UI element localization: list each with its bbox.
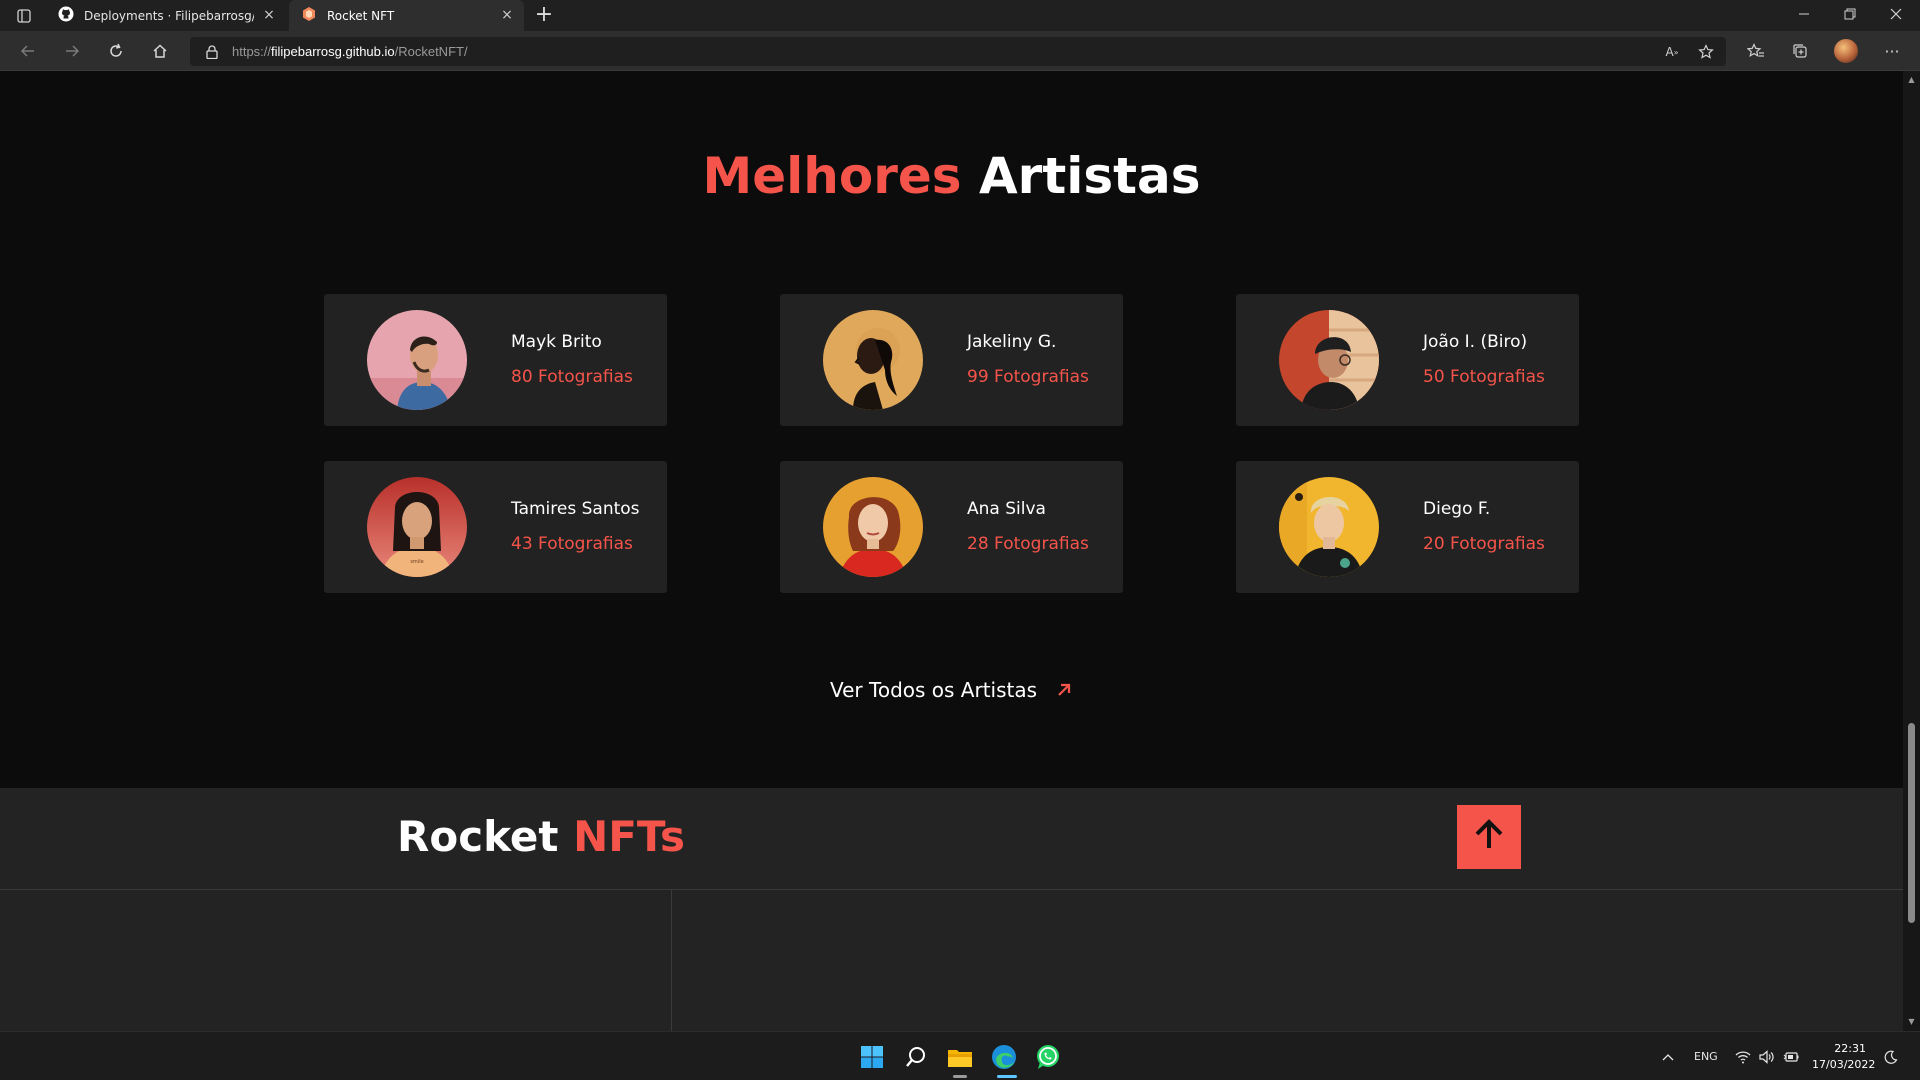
artist-name: Diego F. [1423, 499, 1491, 519]
artist-avatar [823, 310, 923, 410]
scroll-down-icon[interactable]: ▼ [1907, 1017, 1916, 1026]
arrow-up-icon [1472, 818, 1506, 856]
battery-icon[interactable] [1783, 1032, 1799, 1080]
running-indicator [953, 1075, 967, 1078]
back-icon[interactable] [14, 39, 42, 63]
back-to-top-button[interactable] [1457, 805, 1521, 869]
github-icon [58, 6, 74, 25]
search-icon[interactable] [901, 1042, 931, 1072]
scroll-up-icon[interactable]: ▲ [1907, 75, 1916, 84]
close-icon[interactable]: × [262, 8, 276, 22]
address-input[interactable]: https://filipebarrosg.github.io/RocketNF… [190, 37, 1726, 66]
close-icon[interactable]: × [500, 8, 514, 22]
tab-deployments[interactable]: Deployments · Filipebarrosg/Roc × [46, 0, 286, 31]
artist-name: João I. (Biro) [1423, 332, 1528, 352]
see-all-artists-link[interactable]: Ver Todos os Artistas [830, 676, 1073, 704]
language-indicator[interactable]: ENG [1694, 1032, 1718, 1080]
rocket-nft-icon [301, 6, 317, 25]
arrow-up-right-icon [1055, 681, 1073, 699]
artist-avatar [1279, 477, 1379, 577]
add-favorite-icon[interactable] [1696, 43, 1716, 61]
artist-photo-count: 99 Fotografias [967, 367, 1089, 387]
whatsapp-icon[interactable] [1033, 1042, 1063, 1072]
new-tab-button[interactable]: + [532, 4, 556, 28]
tab-rocket-nft[interactable]: Rocket NFT × [289, 0, 524, 31]
artist-card[interactable]: Diego F. 20 Fotografias [1236, 461, 1579, 593]
artist-name: Mayk Brito [511, 332, 602, 352]
tab-title: Rocket NFT [327, 8, 395, 23]
artist-card[interactable]: João I. (Biro) 50 Fotografias [1236, 294, 1579, 426]
artist-card[interactable]: smile Tamires Santos 43 Fotografias [324, 461, 667, 593]
forward-icon[interactable] [58, 39, 86, 63]
minimize-icon[interactable] [1784, 4, 1824, 28]
footer-column-divider [671, 890, 672, 1031]
windows-start-icon[interactable] [857, 1042, 887, 1072]
artist-name: Tamires Santos [511, 499, 640, 519]
artist-photo-count: 80 Fotografias [511, 367, 633, 387]
section-title: Melhores Artistas [702, 147, 1201, 205]
footer: Rocket NFTs [0, 788, 1903, 1031]
footer-divider [0, 889, 1903, 890]
more-options-icon[interactable]: ··· [1880, 39, 1904, 63]
favorites-icon[interactable] [1744, 39, 1768, 63]
page-scrollbar[interactable]: ▲ ▼ [1903, 71, 1920, 1031]
artist-avatar [823, 477, 923, 577]
volume-icon[interactable] [1759, 1032, 1775, 1080]
taskbar: ENG 22:31 17/03/2022 [0, 1031, 1920, 1080]
browser-tab-bar: Deployments · Filipebarrosg/Roc × Rocket… [0, 0, 1920, 31]
lock-icon[interactable] [204, 44, 220, 60]
footer-logo[interactable]: Rocket NFTs [397, 812, 685, 861]
artist-photo-count: 28 Fotografias [967, 534, 1089, 554]
show-hidden-icons[interactable] [1662, 1032, 1674, 1080]
edge-browser-icon[interactable] [989, 1042, 1019, 1072]
page-content: Melhores Artistas Mayk Brito 80 Fotograf… [0, 71, 1903, 1031]
active-indicator [997, 1075, 1017, 1078]
artist-name: Jakeliny G. [967, 332, 1057, 352]
see-all-label: Ver Todos os Artistas [830, 678, 1038, 702]
svg-text:smile: smile [410, 559, 423, 565]
artist-avatar [367, 310, 467, 410]
artist-photo-count: 43 Fotografias [511, 534, 633, 554]
focus-assist-icon[interactable] [1884, 1032, 1898, 1080]
tab-actions-icon[interactable] [12, 6, 36, 26]
artist-photo-count: 20 Fotografias [1423, 534, 1545, 554]
artist-avatar: smile [367, 477, 467, 577]
restore-icon[interactable] [1830, 4, 1870, 28]
window-close-icon[interactable] [1876, 4, 1916, 28]
artist-card[interactable]: Ana Silva 28 Fotografias [780, 461, 1123, 593]
refresh-icon[interactable] [102, 39, 130, 63]
profile-icon[interactable] [1834, 39, 1858, 63]
artist-avatar [1279, 310, 1379, 410]
system-clock[interactable]: 22:31 17/03/2022 [1812, 1041, 1875, 1073]
browser-address-bar: https://filipebarrosg.github.io/RocketNF… [0, 31, 1920, 71]
artist-card[interactable]: Jakeliny G. 99 Fotografias [780, 294, 1123, 426]
artist-name: Ana Silva [967, 499, 1046, 519]
wifi-icon[interactable] [1735, 1032, 1751, 1080]
read-aloud-icon[interactable]: A» [1662, 43, 1682, 61]
scroll-thumb[interactable] [1908, 723, 1915, 923]
collections-icon[interactable] [1788, 39, 1812, 63]
artist-photo-count: 50 Fotografias [1423, 367, 1545, 387]
tab-title: Deployments · Filipebarrosg/Roc [84, 8, 254, 23]
home-icon[interactable] [146, 39, 174, 63]
url-text: https://filipebarrosg.github.io/RocketNF… [232, 44, 468, 59]
artist-card[interactable]: Mayk Brito 80 Fotografias [324, 294, 667, 426]
file-explorer-icon[interactable] [945, 1042, 975, 1072]
